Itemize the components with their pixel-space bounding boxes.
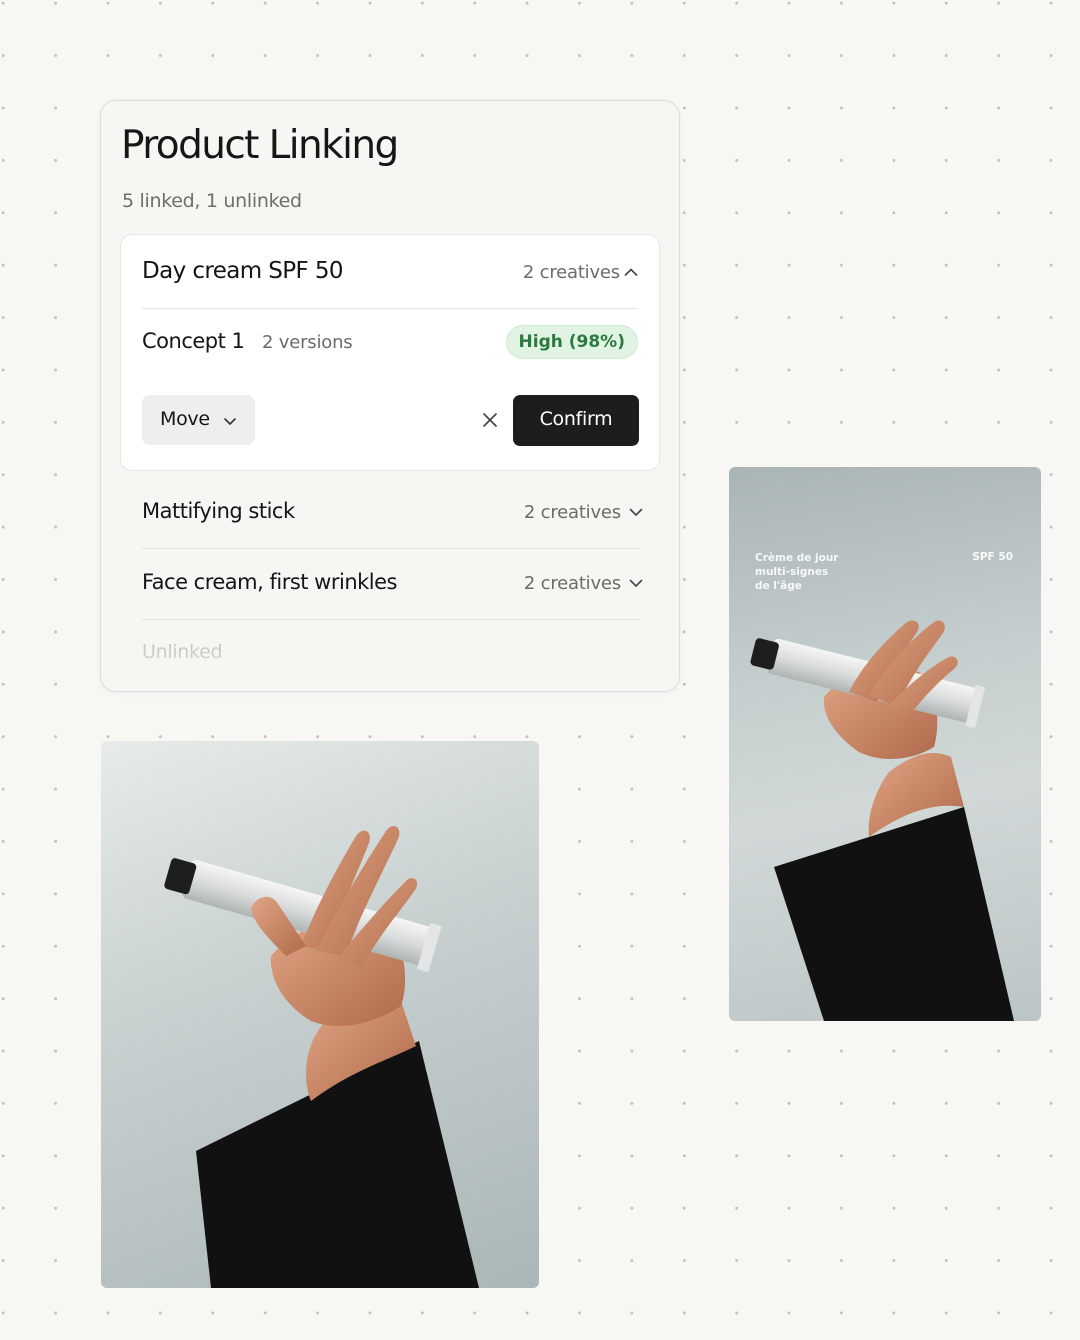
close-icon[interactable] — [482, 412, 498, 428]
story-headline-line: Crème de jour — [755, 552, 839, 564]
story-headline-line: de l'âge — [755, 580, 802, 592]
panel-title: Product Linking — [121, 123, 399, 168]
chevron-down-icon[interactable] — [629, 505, 643, 519]
product-group-row[interactable]: Mattifying stick 2 creatives — [142, 477, 643, 549]
hand-holding-tube-illustration — [164, 825, 479, 1288]
confirm-button[interactable]: Confirm — [513, 395, 639, 446]
product-group-name: Day cream SPF 50 — [142, 258, 344, 284]
move-dropdown-button[interactable]: Move — [142, 395, 255, 445]
concept-name: Concept 1 — [142, 329, 245, 353]
product-group-name: Face cream, first wrinkles — [142, 570, 398, 594]
creative-image-portrait[interactable] — [101, 741, 539, 1288]
chevron-down-icon — [223, 413, 237, 427]
confirm-label: Confirm — [539, 408, 613, 430]
link-summary: 5 linked, 1 unlinked — [122, 190, 302, 212]
concept-versions: 2 versions — [262, 332, 353, 353]
product-linking-panel: Product Linking 5 linked, 1 unlinked Day… — [100, 100, 680, 692]
creative-image-story[interactable]: Crème de jour multi-signes de l'âge SPF … — [729, 467, 1041, 1021]
concept-row: Concept 1 2 versions High (98%) — [142, 325, 638, 361]
unlinked-section-label: Unlinked — [142, 641, 223, 663]
move-label: Move — [160, 408, 210, 430]
story-spf-label: SPF 50 — [972, 551, 1013, 563]
creative-count: 2 creatives — [522, 262, 620, 283]
story-headline-line: multi-signes — [755, 566, 829, 578]
product-group-header[interactable]: Day cream SPF 50 2 creatives — [142, 235, 638, 309]
chevron-up-icon[interactable] — [624, 265, 638, 279]
product-group-expanded: Day cream SPF 50 2 creatives Concept 1 2… — [120, 234, 660, 471]
story-headline: Crème de jour multi-signes de l'âge — [755, 551, 838, 593]
chevron-down-icon[interactable] — [629, 576, 643, 590]
creative-count: 2 creatives — [523, 573, 621, 594]
product-group-name: Mattifying stick — [142, 499, 295, 523]
match-confidence-badge: High (98%) — [505, 325, 638, 359]
creative-count: 2 creatives — [523, 502, 621, 523]
product-group-row[interactable]: Face cream, first wrinkles 2 creatives — [142, 548, 643, 620]
